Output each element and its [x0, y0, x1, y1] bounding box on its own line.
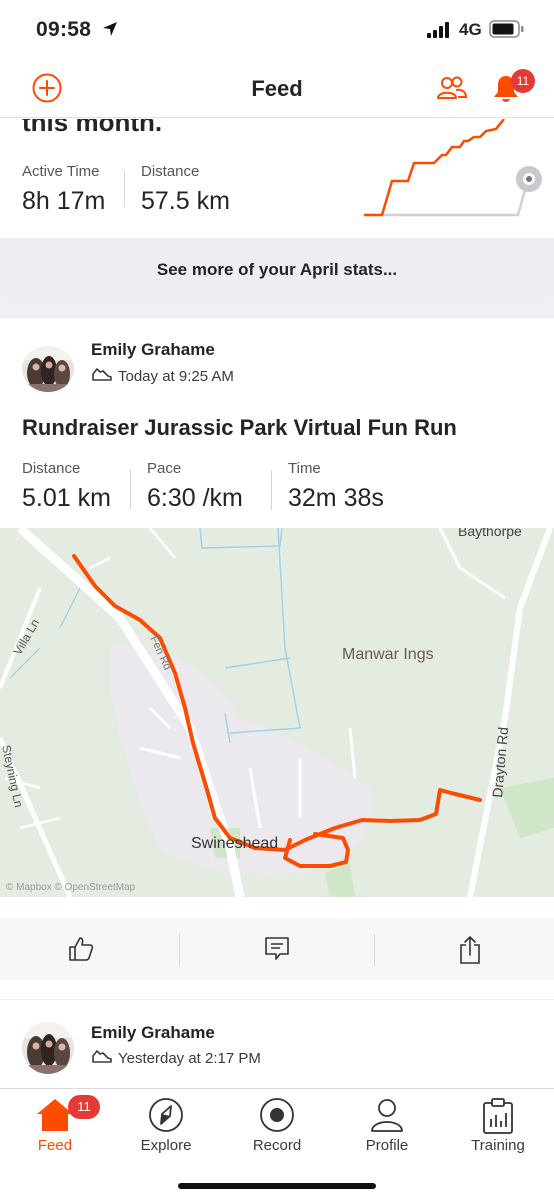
athlete-name[interactable]: Emily Grahame	[91, 340, 215, 360]
run-shoe-icon	[92, 368, 112, 381]
page-title: Feed	[251, 76, 303, 101]
stat-divider	[124, 171, 125, 207]
map-attribution: © Mapbox © OpenStreetMap	[6, 882, 136, 893]
signal-icon	[427, 22, 449, 38]
training-icon	[483, 1098, 513, 1134]
profile-icon	[371, 1099, 403, 1132]
location-arrow-icon	[103, 22, 117, 36]
stat-label-distance: Distance	[22, 460, 81, 477]
tab-label: Training	[471, 1137, 525, 1154]
activity-timestamp: Yesterday at 2:17 PM	[118, 1050, 261, 1067]
stat-label-active-time: Active Time	[22, 163, 100, 180]
stat-value-active-time: 8h 17m	[22, 187, 106, 215]
friends-icon[interactable]	[436, 74, 468, 102]
month-heading: this month.	[22, 119, 163, 137]
feed-badge: 11	[68, 1095, 100, 1119]
tab-explore[interactable]: Explore	[111, 1089, 221, 1169]
stat-value-pace: 6:30 /km	[147, 484, 243, 512]
tab-training[interactable]: Training	[443, 1089, 553, 1169]
thumbs-up-icon	[69, 937, 94, 961]
home-indicator	[178, 1183, 376, 1189]
avatar[interactable]	[22, 1022, 74, 1074]
kudos-button[interactable]	[0, 918, 178, 980]
tab-label: Explore	[140, 1137, 192, 1154]
tab-record[interactable]: Record	[222, 1089, 332, 1169]
monthly-progress-chart	[364, 119, 542, 217]
comment-button[interactable]	[188, 918, 366, 980]
share-icon	[460, 936, 480, 964]
feed-header: Feed 11	[0, 62, 554, 118]
tab-label: Record	[252, 1137, 302, 1154]
notification-badge: 11	[511, 69, 535, 93]
stat-label-pace: Pace	[147, 460, 182, 477]
share-button[interactable]	[376, 918, 554, 980]
activity-card[interactable]: Emily Grahame Yesterday at 2:17 PM	[0, 1000, 554, 1088]
stat-label-time: Time	[288, 460, 321, 477]
stat-divider	[130, 470, 131, 510]
run-shoe-icon	[92, 1050, 112, 1063]
feed-scroll[interactable]: this month. Active Time 8h 17m Distance …	[0, 119, 554, 1088]
action-divider	[374, 934, 375, 966]
tab-label: Feed	[37, 1137, 73, 1154]
activity-route-map[interactable]: Baythorpe Manwar Ings Swineshead Villa L…	[0, 528, 554, 897]
activity-title[interactable]: Rundraiser Jurassic Park Virtual Fun Run	[22, 415, 457, 441]
stat-value-distance: 57.5 km	[141, 187, 230, 215]
monthly-summary-card: this month. Active Time 8h 17m Distance …	[0, 119, 554, 238]
stat-value-time: 32m 38s	[288, 484, 384, 512]
status-bar: 09:58 4G	[0, 0, 554, 62]
tab-profile[interactable]: Profile	[332, 1089, 442, 1169]
activity-actions	[0, 918, 554, 980]
network-type: 4G	[459, 20, 482, 39]
record-icon	[260, 1098, 294, 1132]
comment-icon	[265, 937, 289, 960]
tab-feed[interactable]: 11 Feed	[0, 1089, 110, 1169]
activity-card[interactable]: Emily Grahame Today at 9:25 AM Rundraise…	[0, 318, 554, 999]
map-label-swineshead: Swineshead	[191, 835, 278, 852]
stat-divider	[271, 470, 272, 510]
athlete-name[interactable]: Emily Grahame	[91, 1023, 215, 1043]
activity-timestamp: Today at 9:25 AM	[118, 368, 234, 385]
battery-icon	[489, 20, 524, 38]
status-time: 09:58	[36, 18, 92, 41]
map-label-baythorpe: Baythorpe	[458, 528, 522, 539]
compass-icon	[149, 1098, 183, 1132]
avatar[interactable]	[22, 346, 74, 392]
stat-label-distance: Distance	[141, 163, 200, 180]
stat-value-distance: 5.01 km	[22, 484, 111, 512]
tab-label: Profile	[365, 1137, 409, 1154]
see-more-stats-button[interactable]: See more of your April stats...	[0, 238, 554, 302]
map-label-manwar-ings: Manwar Ings	[342, 646, 434, 663]
action-divider	[179, 934, 180, 966]
